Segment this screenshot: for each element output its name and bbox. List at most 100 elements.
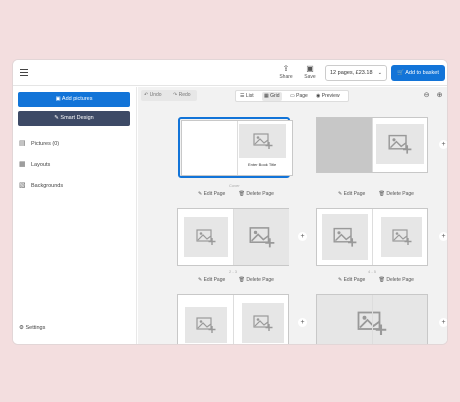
page-spread[interactable] [316, 117, 428, 173]
smart-design-label: Smart Design [60, 115, 94, 121]
cover-caption: Cover [229, 183, 240, 188]
edit-page-label: Edit Page [203, 277, 226, 283]
page-spread[interactable] [316, 294, 428, 344]
layouts-icon: ▦ [19, 161, 26, 168]
smart-design-button[interactable]: ✎ Smart Design [18, 111, 130, 126]
page-number: 2 - 3 [229, 269, 238, 274]
add-pictures-label: Add pictures [61, 96, 93, 102]
spine-divider [237, 121, 238, 175]
share-icon: ⇪ [282, 64, 290, 73]
undo-icon: ↶ [144, 92, 149, 98]
price-select-value: 12 pages, £23.18 [330, 70, 373, 76]
zoom-out-icon[interactable]: ⊖ [421, 90, 432, 101]
image-placeholder-icon [196, 317, 216, 333]
image-placeholder-icon [333, 227, 357, 247]
image-placeholder-icon [388, 134, 412, 154]
cover-spread-wrapper[interactable]: Enter Book Title [148, 117, 293, 178]
add-pictures-button[interactable]: ▣ Add pictures [18, 92, 130, 107]
delete-page-label: Delete Page [246, 191, 274, 197]
view-switcher: ☰ List ▦ Grid ▭ Page ◉ Preview [235, 90, 349, 102]
spread-actions: ✎ Edit Page 🗑 Delete Page [198, 277, 286, 283]
image-placeholder-icon [196, 229, 216, 245]
add-page-icon[interactable]: + [298, 232, 307, 241]
add-page-icon[interactable]: + [298, 318, 307, 327]
view-label: Preview [321, 93, 340, 99]
image-placeholder[interactable] [234, 209, 289, 265]
pages-price-select[interactable]: 12 pages, £23.18 ⌄ [325, 65, 387, 81]
image-placeholder[interactable] [381, 217, 422, 257]
cart-icon: 🛒 [397, 70, 404, 76]
image-placeholder[interactable] [242, 303, 284, 343]
sidebar-item-backgrounds[interactable]: ▧ Backgrounds [19, 181, 63, 189]
share-label: Share [279, 74, 293, 80]
page-spread[interactable] [316, 208, 428, 266]
delete-page-label: Delete Page [386, 277, 414, 283]
add-page-icon[interactable]: + [439, 318, 447, 327]
gear-icon: ⚙ [19, 325, 24, 331]
image-placeholder-icon [249, 227, 274, 248]
cover-actions: ✎ Edit Page 🗑 Delete Page [198, 191, 286, 197]
top-bar: ⇪ Share ▣ Save 12 pages, £23.18 ⌄ 🛒 Add … [13, 60, 447, 86]
save-icon: ▣ [306, 64, 314, 73]
zoom-in-icon[interactable]: ⊕ [434, 90, 445, 101]
spine-divider [233, 295, 234, 344]
edit-page-button[interactable]: ✎ Edit Page [338, 191, 371, 197]
view-label: Page [296, 93, 308, 99]
settings-label: Settings [25, 325, 46, 331]
settings-button[interactable]: ⚙ Settings [19, 325, 45, 331]
image-placeholder[interactable] [184, 217, 228, 257]
edit-page-button[interactable]: ✎ Edit Page [338, 277, 371, 283]
page-spread[interactable] [177, 208, 289, 266]
image-placeholder[interactable] [239, 124, 286, 158]
page-number: 4 - 5 [368, 269, 377, 274]
redo-button[interactable]: ↷ Redo [170, 90, 194, 101]
image-placeholder[interactable] [322, 214, 368, 260]
chevron-down-icon: ⌄ [377, 70, 382, 76]
spread-actions: ✎ Edit Page 🗑 Delete Page [338, 191, 426, 197]
menu-icon[interactable] [20, 69, 28, 76]
image-icon: ▣ [55, 96, 61, 102]
pictures-icon: ▤ [19, 140, 26, 147]
sidebar-item-label: Backgrounds [31, 183, 64, 189]
app-window: ⇪ Share ▣ Save 12 pages, £23.18 ⌄ 🛒 Add … [12, 59, 448, 345]
view-preview-button[interactable]: ◉ Preview [314, 92, 342, 101]
sidebar-item-pictures[interactable]: ▤ Pictures (0) [19, 139, 59, 147]
page-spread[interactable] [177, 294, 289, 344]
delete-page-label: Delete Page [386, 191, 414, 197]
cover-spread[interactable]: Enter Book Title [181, 120, 293, 176]
image-placeholder-icon [252, 133, 272, 149]
delete-page-button[interactable]: 🗑 Delete Page [379, 277, 420, 283]
view-page-button[interactable]: ▭ Page [288, 92, 310, 101]
share-button[interactable]: ⇪ Share [274, 63, 298, 83]
edit-page-label: Edit Page [343, 191, 366, 197]
book-title-label[interactable]: Enter Book Title [247, 162, 278, 167]
edit-page-button[interactable]: ✎ Edit Page [198, 191, 231, 197]
sidebar-item-label: Pictures (0) [31, 141, 60, 147]
image-placeholder[interactable] [376, 124, 424, 164]
delete-page-button[interactable]: 🗑 Delete Page [239, 277, 280, 283]
edit-page-button[interactable]: ✎ Edit Page [198, 277, 231, 283]
delete-page-button[interactable]: 🗑 Delete Page [239, 191, 280, 197]
delete-page-label: Delete Page [246, 277, 274, 283]
sidebar-item-layouts[interactable]: ▦ Layouts [19, 160, 50, 168]
sidebar: ▣ Add pictures ✎ Smart Design ▤ Pictures … [13, 87, 137, 344]
image-placeholder[interactable] [185, 307, 227, 343]
view-list-button[interactable]: ☰ List [238, 92, 256, 101]
sidebar-item-label: Layouts [31, 162, 51, 168]
view-grid-button[interactable]: ▦ Grid [262, 92, 282, 101]
add-to-basket-label: Add to basket [405, 70, 439, 76]
add-to-basket-button[interactable]: 🛒 Add to basket [391, 65, 445, 81]
add-page-icon[interactable]: + [439, 140, 447, 149]
save-label: Save [304, 74, 316, 80]
delete-page-button[interactable]: 🗑 Delete Page [379, 191, 420, 197]
spine-divider [372, 209, 373, 265]
save-button[interactable]: ▣ Save [298, 63, 322, 83]
backgrounds-icon: ▧ [19, 182, 26, 189]
wand-icon: ✎ [54, 115, 59, 121]
redo-label: Redo [178, 92, 191, 98]
add-page-icon[interactable]: + [439, 232, 447, 241]
image-placeholder-icon [391, 229, 411, 245]
view-label: List [245, 93, 254, 99]
background-fill [317, 118, 372, 172]
editor-canvas: ↶ Undo ↷ Redo ☰ List ▦ Grid ▭ Page ◉ Pre… [138, 87, 447, 344]
